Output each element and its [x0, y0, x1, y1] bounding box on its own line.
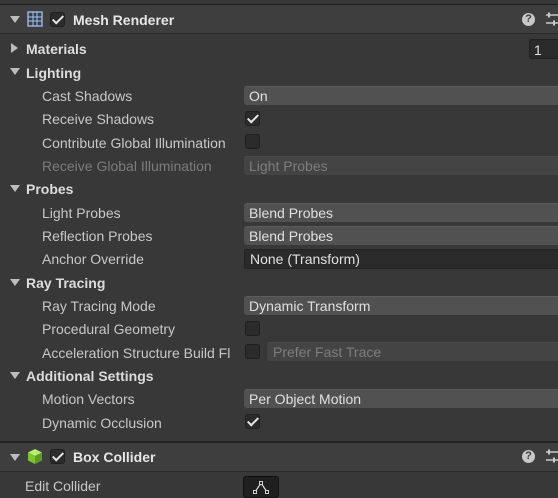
- help-icon[interactable]: ?: [522, 450, 535, 463]
- ray-tracing-mode-dropdown[interactable]: Dynamic Transform: [244, 296, 558, 315]
- accel-build-label: Acceleration Structure Build Fl: [42, 345, 231, 361]
- procedural-geometry-label: Procedural Geometry: [42, 321, 176, 337]
- probes-label[interactable]: Probes: [26, 181, 73, 197]
- motion-vectors-dropdown[interactable]: Per Object Motion: [244, 389, 558, 408]
- ray-tracing-foldout-icon[interactable]: [10, 279, 20, 286]
- foldout-arrow-icon[interactable]: [10, 454, 20, 461]
- procedural-geometry-checkbox[interactable]: [245, 321, 260, 336]
- component-title: Mesh Renderer: [73, 12, 175, 28]
- contribute-gi-label: Contribute Global Illumination: [42, 135, 226, 151]
- contribute-gi-checkbox[interactable]: [245, 134, 260, 149]
- receive-shadows-label: Receive Shadows: [42, 111, 155, 127]
- help-icon[interactable]: ?: [522, 13, 535, 26]
- probes-foldout-icon[interactable]: [10, 185, 20, 192]
- sliders-icon[interactable]: [544, 449, 558, 464]
- cast-shadows-dropdown[interactable]: On: [244, 86, 558, 105]
- component-title: Box Collider: [73, 449, 156, 465]
- motion-vectors-label: Motion Vectors: [42, 391, 135, 407]
- box-collider-icon: [28, 449, 42, 464]
- materials-label[interactable]: Materials: [26, 41, 87, 57]
- reflection-probes-label: Reflection Probes: [42, 228, 153, 244]
- anchor-override-field[interactable]: None (Transform): [244, 249, 558, 269]
- receive-gi-dropdown[interactable]: Light Probes: [244, 156, 558, 175]
- edit-collider-label: Edit Collider: [25, 478, 101, 494]
- anchor-override-label: Anchor Override: [42, 251, 144, 267]
- additional-settings-foldout-icon[interactable]: [10, 372, 20, 379]
- light-probes-dropdown[interactable]: Blend Probes: [244, 203, 558, 222]
- ray-tracing-mode-label: Ray Tracing Mode: [42, 298, 156, 314]
- lighting-foldout-icon[interactable]: [10, 68, 20, 75]
- accel-build-checkbox[interactable]: [245, 344, 260, 359]
- accel-build-dropdown[interactable]: Prefer Fast Trace: [267, 342, 558, 361]
- lighting-label[interactable]: Lighting: [26, 65, 81, 81]
- receive-shadows-checkbox[interactable]: [245, 111, 260, 126]
- receive-gi-label: Receive Global Illumination: [42, 158, 212, 174]
- additional-settings-label[interactable]: Additional Settings: [26, 368, 154, 384]
- materials-count-field[interactable]: 1: [529, 39, 558, 59]
- ray-tracing-label[interactable]: Ray Tracing: [26, 275, 105, 291]
- edit-collider-button[interactable]: [243, 476, 279, 498]
- edit-bounds-icon: [253, 481, 269, 494]
- box-collider-enabled-checkbox[interactable]: [50, 449, 65, 464]
- light-probes-label: Light Probes: [42, 205, 121, 221]
- dynamic-occlusion-label: Dynamic Occlusion: [42, 415, 162, 431]
- cast-shadows-label: Cast Shadows: [42, 88, 133, 104]
- mesh-renderer-icon: [27, 11, 43, 27]
- materials-foldout-icon[interactable]: [11, 43, 18, 53]
- dynamic-occlusion-checkbox[interactable]: [245, 414, 260, 429]
- foldout-arrow-icon[interactable]: [10, 16, 20, 23]
- mesh-renderer-enabled-checkbox[interactable]: [50, 12, 65, 27]
- reflection-probes-dropdown[interactable]: Blend Probes: [244, 226, 558, 245]
- sliders-icon[interactable]: [544, 12, 558, 27]
